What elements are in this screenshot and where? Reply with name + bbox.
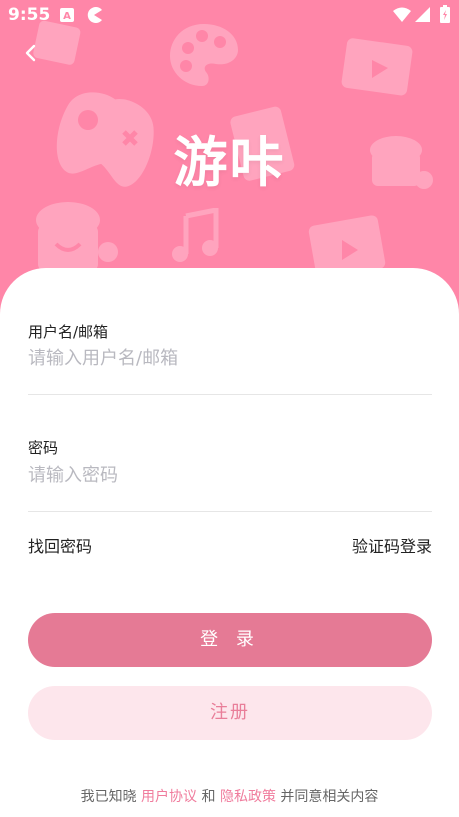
- pacman-icon: [87, 7, 102, 23]
- app-title: 游咔: [173, 131, 286, 194]
- music-note-icon: [172, 208, 219, 262]
- battery-icon: [440, 5, 450, 23]
- chevron-left-icon: [25, 44, 36, 62]
- username-label: 用户名/邮箱: [28, 323, 109, 341]
- signal-icon: [415, 7, 430, 22]
- status-bar: 9:55 A: [0, 0, 459, 30]
- register-button[interactable]: 注册: [28, 686, 432, 740]
- password-input[interactable]: [28, 459, 432, 491]
- agreement-prefix: 我已知晓: [80, 789, 137, 805]
- status-time: 9:55: [8, 5, 51, 25]
- wifi-icon: [393, 7, 411, 22]
- header-banner: 9:55 A 游咔: [0, 0, 459, 300]
- palette-icon: [170, 24, 238, 86]
- svg-text:A: A: [63, 11, 71, 22]
- agreement-text: 我已知晓 用户协议 和 隐私政策 并同意相关内容: [0, 786, 459, 806]
- login-button[interactable]: 登 录: [28, 613, 432, 667]
- username-divider: [28, 394, 432, 395]
- agreement-and: 和: [201, 789, 216, 805]
- user-agreement-link[interactable]: 用户协议: [141, 789, 197, 805]
- password-divider: [28, 511, 432, 512]
- forgot-password-link[interactable]: 找回密码: [28, 533, 92, 557]
- login-card: 用户名/邮箱 密码 找回密码 验证码登录 登 录 注册: [0, 268, 459, 817]
- back-button[interactable]: [18, 40, 44, 66]
- password-label: 密码: [28, 439, 59, 457]
- video-icon: [341, 38, 413, 96]
- username-input[interactable]: [28, 342, 432, 374]
- privacy-policy-link[interactable]: 隐私政策: [220, 789, 276, 805]
- sms-login-link[interactable]: 验证码登录: [352, 533, 432, 557]
- a-icon: A: [60, 8, 74, 22]
- agreement-suffix: 并同意相关内容: [280, 789, 379, 805]
